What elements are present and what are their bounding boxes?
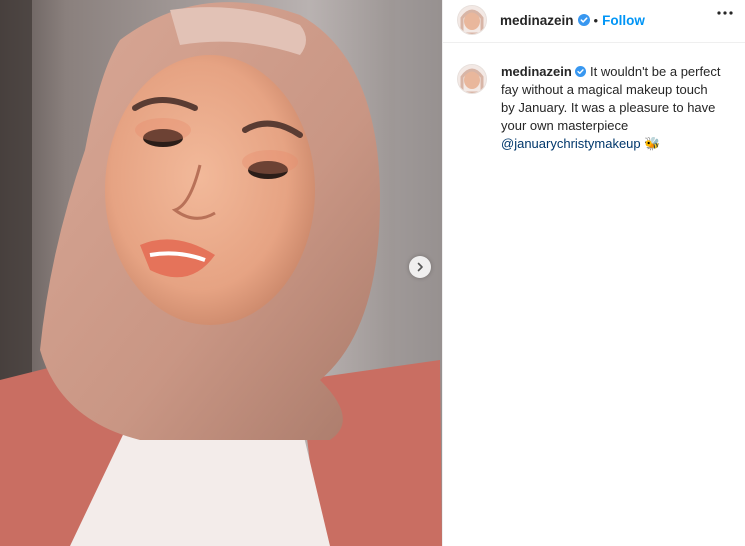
verified-badge-icon [575,66,587,77]
caption-avatar[interactable] [457,64,487,94]
follow-button[interactable]: Follow [602,13,645,28]
post-photo[interactable] [0,0,442,546]
caption: medinazein It wouldn't be a perfect fay … [443,45,745,153]
caption-username[interactable]: medinazein [501,64,572,79]
avatar-image [458,6,486,34]
verified-badge-icon [577,14,590,26]
separator-dot: • [593,12,599,28]
avatar-image [458,65,486,93]
bee-emoji-icon: 🐝 [644,136,661,151]
avatar[interactable] [457,5,487,35]
post-sidebar: medinazein • Follow medinazein It wouldn… [442,0,745,546]
next-photo-button[interactable] [409,256,431,278]
caption-mention-link[interactable]: @januarychristymakeup [501,136,641,151]
caption-text: medinazein It wouldn't be a perfect fay … [501,63,721,153]
post-header: medinazein • Follow [443,0,745,43]
chevron-right-icon [417,262,423,272]
instagram-post: medinazein • Follow medinazein It wouldn… [0,0,745,546]
portrait-image [0,0,442,546]
username-link[interactable]: medinazein [500,13,574,28]
more-options-icon[interactable] [717,11,733,15]
